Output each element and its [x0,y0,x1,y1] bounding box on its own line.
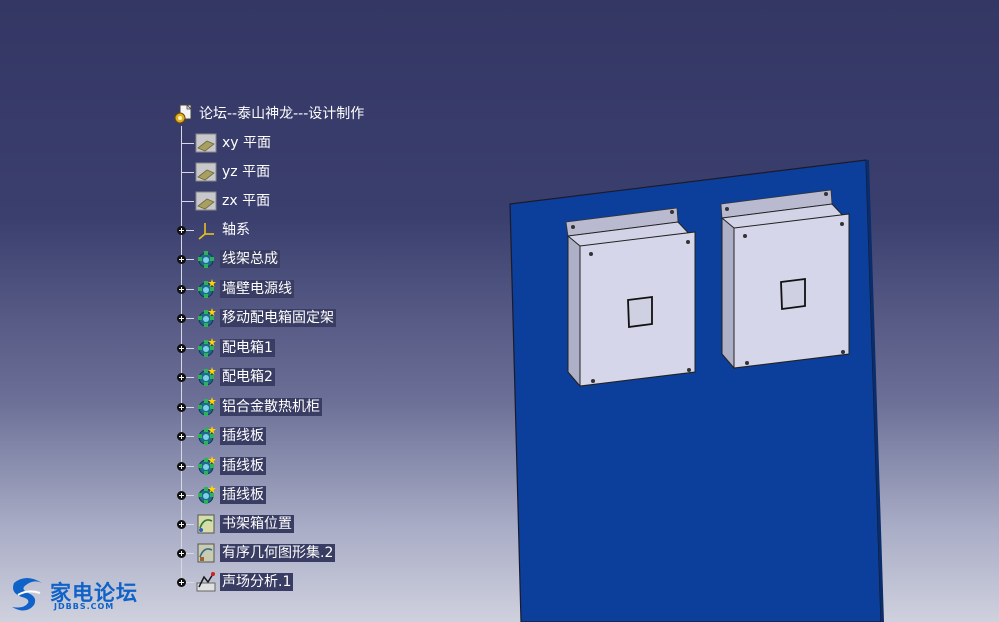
specification-tree: 论坛--泰山神龙---设计制作 xy 平面 yz 平面 zx 平面 轴系 线架总… [0,0,999,622]
body-gear-icon [198,367,216,386]
tree-item-label: yz 平面 [222,164,271,180]
tree-root[interactable]: 论坛--泰山神龙---设计制作 [173,103,366,125]
tree-item-wall-power-cable[interactable]: 墙壁电源线 [195,278,294,300]
expand-toggle[interactable] [177,578,186,587]
tree-item-label: xy 平面 [222,135,272,151]
tree-branch [186,436,194,437]
tree-item-label: 插线板 [220,427,266,445]
body-gear-icon [198,426,216,445]
tree-item-wire-frame-assembly[interactable]: 线架总成 [195,248,280,270]
tree-branch [182,143,194,144]
tree-branch [182,201,194,202]
tree-item-mobile-box-bracket[interactable]: 移动配电箱固定架 [195,307,336,329]
expand-toggle[interactable] [177,226,186,235]
tree-item-label: 配电箱2 [220,368,275,386]
tree-item-label: 有序几何图形集.2 [220,544,336,562]
tree-item-distribution-box-2[interactable]: 配电箱2 [195,366,275,388]
expand-toggle[interactable] [177,285,186,294]
tree-item-label: 铝合金散热机柜 [220,398,322,416]
tree-item-label: 墙壁电源线 [220,280,294,298]
expand-toggle[interactable] [177,403,186,412]
tree-item-acoustic-analysis[interactable]: 声场分析.1 [195,571,294,593]
tree-item-label: 线架总成 [220,250,280,268]
tree-item-distribution-box-1[interactable]: 配电箱1 [195,337,275,359]
expand-toggle[interactable] [177,549,186,558]
tree-branch [186,318,194,319]
tree-item-label: zx 平面 [222,193,271,209]
tree-item-label: 移动配电箱固定架 [220,309,336,327]
tree-item-yz-plane[interactable]: yz 平面 [195,161,272,183]
tree-branch [186,466,194,467]
part-document-icon [174,104,192,124]
tree-connector [181,126,182,584]
expand-toggle[interactable] [177,373,186,382]
tree-branch [186,230,194,231]
tree-branch [182,172,194,173]
expand-toggle[interactable] [177,491,186,500]
expand-toggle[interactable] [177,314,186,323]
tree-item-label: 书架箱位置 [220,515,294,533]
expand-toggle[interactable] [177,520,186,529]
tree-branch [186,407,194,408]
tree-item-label: 配电箱1 [220,339,275,357]
tree-item-label: 插线板 [220,457,266,475]
tree-branch [186,582,194,583]
tree-item-power-strip[interactable]: 插线板 [195,455,266,477]
axis-system-icon [198,223,214,240]
tree-item-power-strip[interactable]: 插线板 [195,484,266,506]
expand-toggle[interactable] [177,432,186,441]
tree-branch [186,524,194,525]
body-gear-icon [198,456,216,475]
tree-item-ordered-geometrical-set[interactable]: 有序几何图形集.2 [195,542,336,564]
plane-icon [195,162,217,182]
body-gear-icon [198,397,216,416]
tree-root-label: 论坛--泰山神龙---设计制作 [199,106,365,122]
geometrical-set-icon [197,514,215,534]
tree-branch [186,553,194,554]
tree-item-label: 声场分析.1 [220,573,294,591]
tree-branch [186,289,194,290]
body-gear-icon [198,338,216,357]
forum-logo-subtext: JDBBS.COM [54,602,115,611]
analysis-icon [196,572,216,592]
ordered-geometrical-set-icon [197,543,215,563]
body-gear-icon [198,279,216,298]
body-gear-icon [198,308,216,327]
tree-branch [186,259,194,260]
plane-icon [195,191,217,211]
tree-branch [186,348,194,349]
body-gear-icon [198,251,214,268]
expand-toggle[interactable] [177,462,186,471]
tree-item-bookshelf-box-position[interactable]: 书架箱位置 [195,513,294,535]
plane-icon [195,133,217,153]
tree-item-xy-plane[interactable]: xy 平面 [195,132,273,154]
tree-branch [186,495,194,496]
tree-item-label: 轴系 [222,222,250,238]
tree-item-axis-system[interactable]: 轴系 [195,219,252,241]
body-gear-icon [198,485,216,504]
tree-item-power-strip[interactable]: 插线板 [195,425,266,447]
expand-toggle[interactable] [177,344,186,353]
tree-item-label: 插线板 [220,486,266,504]
expand-toggle[interactable] [177,255,186,264]
tree-item-aluminum-cabinet[interactable]: 铝合金散热机柜 [195,396,322,418]
tree-item-zx-plane[interactable]: zx 平面 [195,190,272,212]
tree-branch [186,377,194,378]
